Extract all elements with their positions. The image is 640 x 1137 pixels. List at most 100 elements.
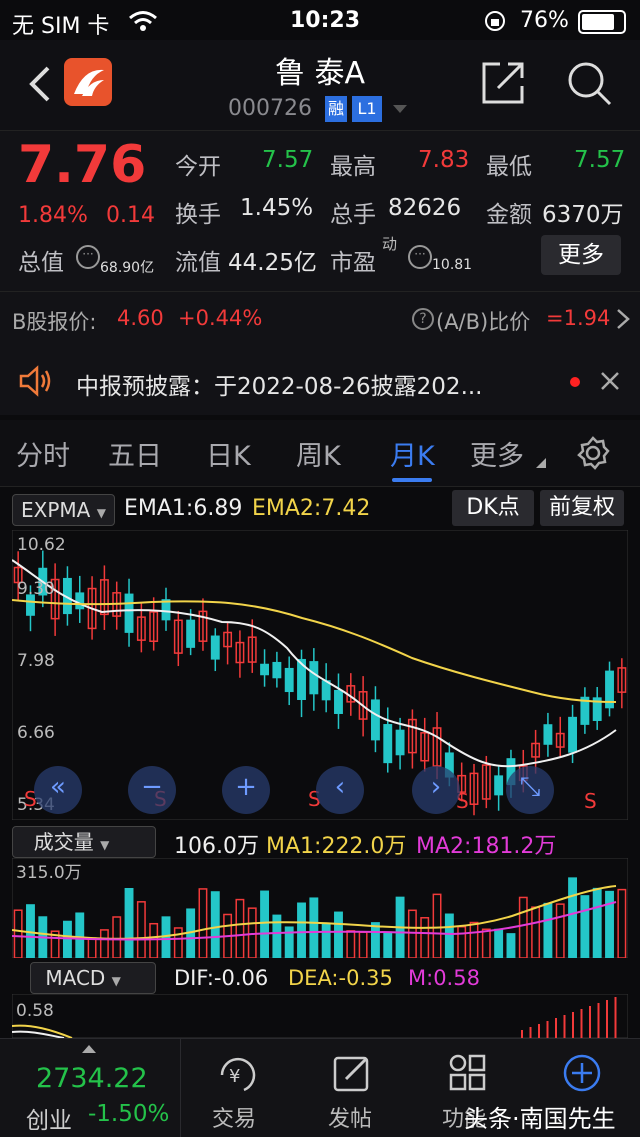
- candle-body: [383, 724, 393, 764]
- scroll-left-button[interactable]: ‹: [316, 766, 364, 814]
- settings-icon[interactable]: [576, 436, 610, 470]
- candle-body: [543, 724, 553, 745]
- volume-bar: [358, 931, 368, 958]
- wifi-icon: [129, 11, 157, 31]
- zoom-out-button[interactable]: −: [128, 766, 176, 814]
- change-percent: 1.84%: [18, 203, 88, 228]
- market-cap-label: 总值: [18, 250, 64, 276]
- high-value: 7.83: [418, 147, 470, 173]
- pe-info-icon[interactable]: ···: [408, 245, 432, 269]
- function-icon[interactable]: [448, 1053, 488, 1093]
- zoom-in-button[interactable]: +: [222, 766, 270, 814]
- axis-label-2: 9.30: [17, 579, 55, 599]
- tab-daily[interactable]: 日K: [206, 434, 251, 473]
- tab-weekly[interactable]: 周K: [296, 434, 341, 473]
- candle-body: [272, 661, 282, 679]
- tab-intraday[interactable]: 分时: [16, 434, 70, 473]
- b-share-label: B股报价:: [12, 310, 97, 334]
- low-value: 7.57: [574, 147, 626, 173]
- candle-body: [161, 599, 171, 621]
- more-button[interactable]: 更多: [541, 235, 621, 275]
- candle-body: [210, 635, 220, 660]
- plus-icon: +: [235, 772, 257, 802]
- expand-icon: ⤡: [519, 772, 541, 802]
- volume-bar: [494, 928, 504, 958]
- sell-mark: S: [584, 789, 597, 813]
- trade-label[interactable]: 交易: [212, 1101, 256, 1133]
- volume-bar: [617, 888, 627, 958]
- stock-name: 鲁 泰A: [274, 56, 366, 91]
- period-tabs: 分时 五日 日K 周K 月K 更多: [0, 420, 640, 487]
- tab-five-day[interactable]: 五日: [108, 434, 162, 473]
- volume-bar: [260, 890, 270, 958]
- battery-percent: 76%: [520, 8, 569, 33]
- level1-badge: L1: [352, 96, 382, 122]
- dropdown-triangle-icon: [536, 458, 546, 468]
- close-icon[interactable]: [600, 371, 620, 391]
- scroll-to-start-button[interactable]: «: [34, 766, 82, 814]
- b-share-row[interactable]: B股报价: 4.60 +0.44% ? (A/B)比价 =1.94: [0, 291, 640, 348]
- ema2-value: EMA2:7.42: [252, 496, 371, 521]
- back-icon[interactable]: [26, 64, 52, 104]
- volume-value: 82626: [388, 195, 462, 221]
- change-value: 0.14: [106, 203, 155, 228]
- active-tab-indicator: [392, 478, 432, 482]
- volume-ma1: MA1:222.0万: [266, 834, 407, 859]
- post-label[interactable]: 发帖: [328, 1101, 372, 1133]
- float-cap-label: 流值: [175, 250, 221, 276]
- macd-indicator-select[interactable]: MACD ▼: [30, 962, 156, 994]
- amount-label: 金额: [486, 202, 532, 228]
- dk-point-button[interactable]: DK点: [452, 490, 534, 526]
- chevron-down-icon[interactable]: [392, 104, 408, 114]
- volume-bar: [198, 888, 208, 958]
- volume-bar: [149, 922, 159, 958]
- volume-bar: [210, 891, 220, 958]
- candle-body: [260, 663, 270, 676]
- help-icon[interactable]: ?: [412, 308, 434, 330]
- volume-bar: [346, 930, 356, 958]
- volume-bar: [321, 923, 331, 958]
- search-icon[interactable]: [566, 60, 612, 106]
- volume-bar: [605, 890, 614, 958]
- info-icon[interactable]: ···: [76, 245, 100, 269]
- volume-bar: [420, 917, 430, 958]
- notice-bar[interactable]: 中报预披露：于2022-08-26披露202...: [0, 347, 640, 415]
- market-cap-value: 68.90亿: [100, 260, 155, 276]
- volume-value: 106.0万: [174, 834, 259, 859]
- volume-bar: [444, 913, 454, 958]
- volume-axis-top: 315.0万: [16, 863, 82, 883]
- add-icon[interactable]: [562, 1053, 602, 1093]
- volume-bar: [568, 877, 578, 958]
- post-icon[interactable]: [332, 1053, 372, 1093]
- fullscreen-button[interactable]: ⤡: [506, 766, 554, 814]
- candle-body: [370, 699, 380, 741]
- open-value: 7.57: [262, 147, 314, 173]
- volume-bar: [383, 931, 393, 958]
- expand-up-icon[interactable]: [82, 1043, 96, 1053]
- volume-chart[interactable]: 315.0万: [12, 858, 628, 958]
- main-indicator-select[interactable]: EXPMA ▼: [12, 494, 115, 526]
- minus-icon: −: [141, 772, 163, 802]
- app-logo-icon[interactable]: [64, 58, 112, 106]
- scroll-right-button[interactable]: ›: [412, 766, 460, 814]
- adjust-button[interactable]: 前复权: [540, 490, 624, 526]
- watermark-text: 头条·南国先生: [464, 1105, 616, 1133]
- chevron-right-icon[interactable]: [616, 308, 630, 330]
- axis-label-top: 10.62: [17, 535, 66, 555]
- volume-label: 总手: [330, 202, 376, 228]
- share-icon[interactable]: [480, 60, 526, 106]
- candle-body: [494, 775, 504, 796]
- tab-more[interactable]: 更多: [470, 434, 524, 473]
- volume-bar: [457, 926, 467, 958]
- volume-bar: [469, 921, 479, 958]
- tab-monthly[interactable]: 月K: [390, 434, 435, 473]
- index-value[interactable]: 2734.22: [36, 1063, 148, 1094]
- margin-badge: 融: [325, 96, 347, 122]
- volume-bar: [580, 895, 590, 958]
- trade-icon[interactable]: ¥: [214, 1053, 260, 1097]
- volume-bar: [124, 887, 134, 958]
- candle-body: [186, 619, 196, 648]
- chevron-left-icon: ‹: [334, 772, 346, 802]
- volume-indicator-select[interactable]: 成交量 ▼: [12, 826, 156, 858]
- macd-chart[interactable]: 0.58: [12, 994, 628, 1038]
